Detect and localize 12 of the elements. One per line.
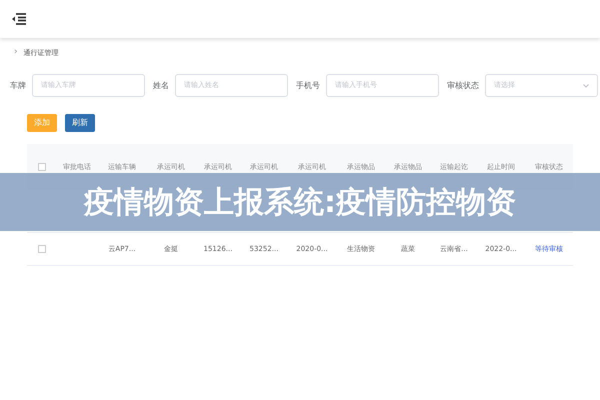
chevron-icon: › — [14, 46, 18, 60]
chevron-down-icon — [583, 84, 589, 88]
checkbox[interactable] — [38, 245, 46, 253]
filter-label: 手机号 — [296, 80, 320, 92]
checkbox[interactable] — [38, 163, 46, 171]
refresh-button[interactable]: 刷新 — [65, 114, 95, 132]
filter-label: 车牌 — [10, 80, 26, 92]
filter-label: 审核状态 — [447, 80, 479, 92]
filter-label: 姓名 — [153, 80, 169, 92]
banner-title: 疫情物资上报系统:疫情防控物资 — [84, 184, 516, 222]
add-button[interactable]: 添加 — [27, 114, 57, 132]
menu-fold-icon[interactable] — [12, 13, 26, 25]
